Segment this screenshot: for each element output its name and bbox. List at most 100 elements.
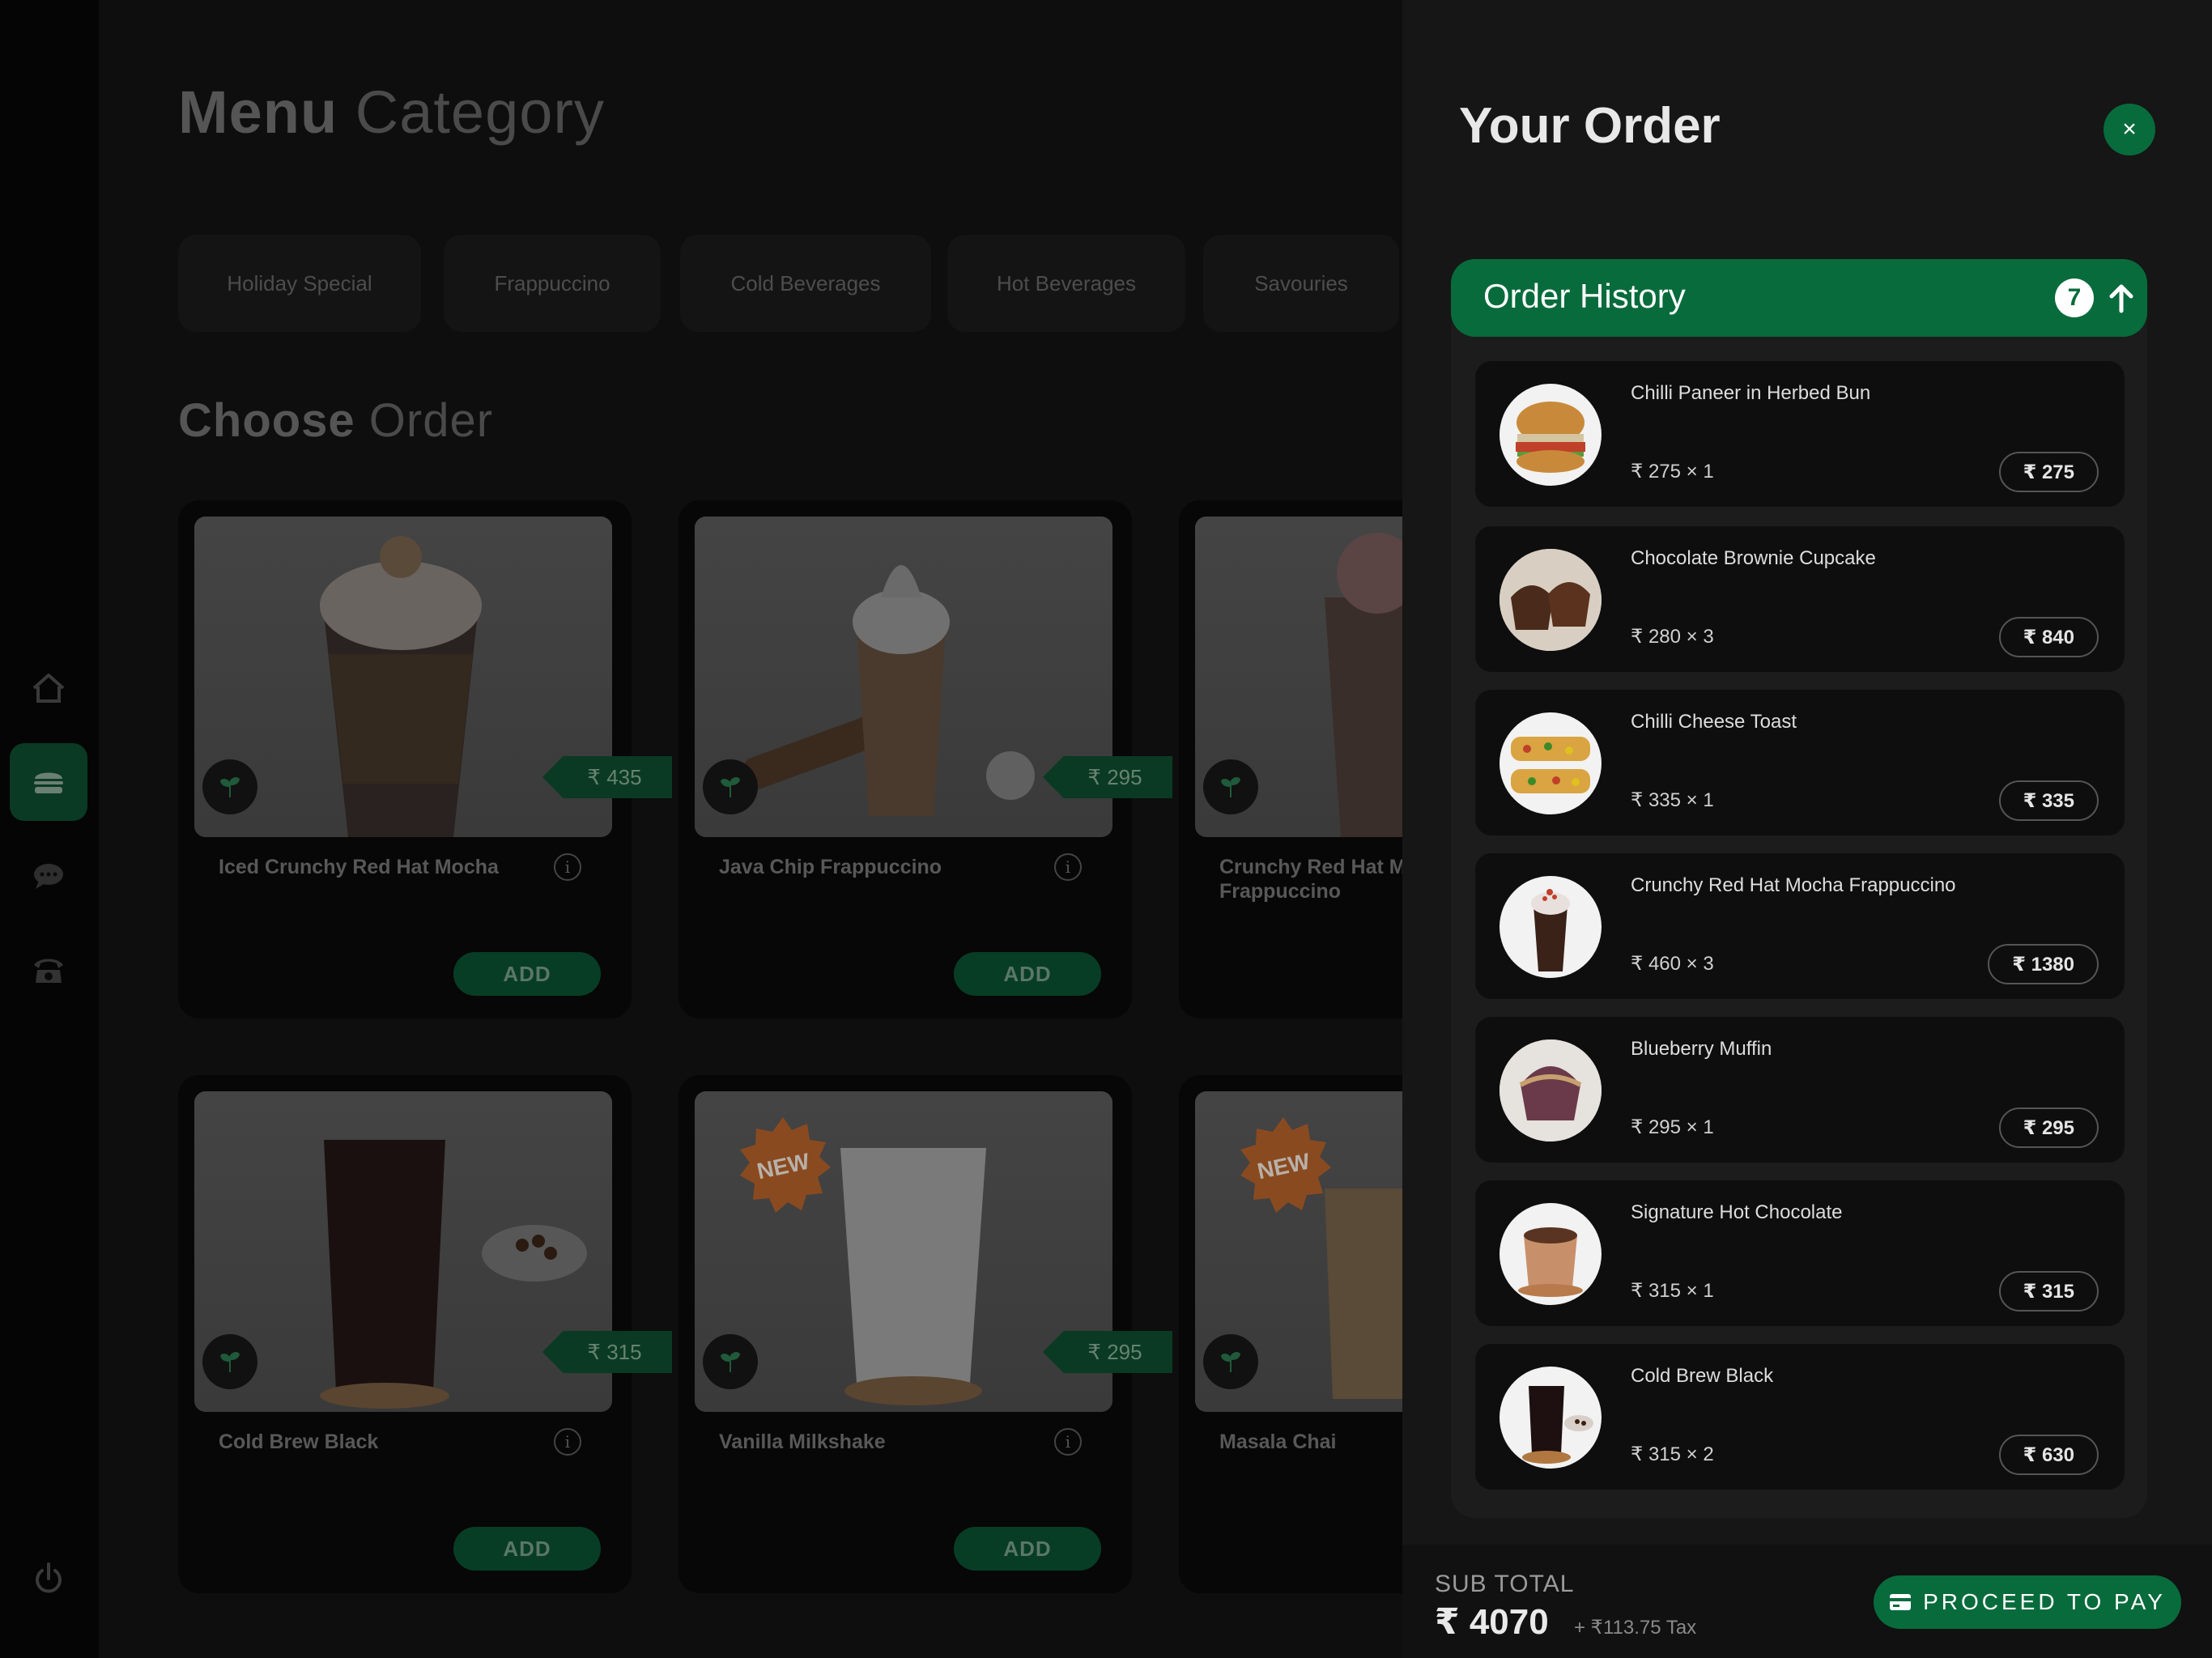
item-thumbnail bbox=[1499, 384, 1602, 486]
add-button[interactable]: ADD bbox=[453, 1527, 601, 1571]
product-card[interactable]: NEW Masala Chai bbox=[1179, 1075, 1402, 1593]
order-item: Cold Brew Black ₹ 315 × 2 ₹ 630 bbox=[1475, 1344, 2125, 1490]
order-footer: SUB TOTAL ₹ 4070 + ₹113.75 Tax PROCEED T… bbox=[1402, 1545, 2212, 1658]
choose-order-heading: Choose Order bbox=[178, 394, 494, 447]
order-history-title: Order History bbox=[1483, 277, 1686, 315]
sidebar-logout-button[interactable] bbox=[10, 1540, 87, 1618]
product-card[interactable]: ₹ 315 Cold Brew Black i ADD bbox=[178, 1075, 672, 1593]
item-total: ₹ 315 bbox=[1998, 1271, 2099, 1312]
item-name: Blueberry Muffin bbox=[1631, 1038, 1772, 1060]
category-chip[interactable]: Frappuccino bbox=[444, 235, 661, 332]
item-thumbnail bbox=[1499, 549, 1602, 651]
category-chip[interactable]: Hot Beverages bbox=[947, 235, 1185, 332]
tax-amount: + ₹113.75 Tax bbox=[1574, 1617, 1697, 1639]
item-name: Signature Hot Chocolate bbox=[1631, 1201, 1843, 1223]
category-chip[interactable]: Cold Beverages bbox=[680, 235, 931, 332]
sidebar bbox=[0, 0, 99, 1658]
product-name: Vanilla Milkshake bbox=[719, 1431, 886, 1453]
price-tag: ₹ 315 bbox=[542, 1331, 672, 1373]
phone-icon bbox=[34, 959, 63, 983]
app-root: Menu Category Holiday Special Frappuccin… bbox=[0, 0, 2212, 1658]
item-total: ₹ 335 bbox=[1998, 780, 2099, 821]
price-tag: ₹ 295 bbox=[1043, 1331, 1172, 1373]
item-thumbnail bbox=[1499, 876, 1602, 978]
category-chip[interactable]: Holiday Special bbox=[178, 235, 421, 332]
item-name: Chilli Cheese Toast bbox=[1631, 711, 1797, 733]
order-item: Chocolate Brownie Cupcake ₹ 280 × 3 ₹ 84… bbox=[1475, 526, 2125, 672]
item-total: ₹ 275 bbox=[1998, 452, 2099, 492]
item-total: ₹ 630 bbox=[1998, 1435, 2099, 1475]
info-icon[interactable]: i bbox=[554, 1428, 581, 1456]
sidebar-home-button[interactable] bbox=[10, 649, 87, 727]
item-price-qty: ₹ 460 × 3 bbox=[1631, 953, 1714, 975]
category-chip[interactable]: Savouries bbox=[1203, 235, 1399, 332]
item-price-qty: ₹ 315 × 2 bbox=[1631, 1443, 1714, 1465]
proceed-to-pay-button[interactable]: PROCEED TO PAY bbox=[1874, 1575, 2181, 1629]
product-name: Java Chip Frappuccino bbox=[719, 856, 942, 878]
price-tag: ₹ 435 bbox=[542, 756, 672, 798]
collapse-toggle[interactable] bbox=[2099, 274, 2144, 322]
item-name: Chocolate Brownie Cupcake bbox=[1631, 547, 1876, 569]
item-total: ₹ 1380 bbox=[1988, 944, 2099, 984]
product-card[interactable]: ₹ 435 Iced Crunchy Red Hat Mocha i ADD bbox=[178, 500, 672, 1018]
order-item: Chilli Paneer in Herbed Bun ₹ 275 × 1 ₹ … bbox=[1475, 361, 2125, 507]
product-card[interactable]: ₹ 295 Java Chip Frappuccino i ADD bbox=[678, 500, 1172, 1018]
item-name: Cold Brew Black bbox=[1631, 1365, 1774, 1387]
add-button[interactable]: ADD bbox=[954, 952, 1101, 996]
order-item: Crunchy Red Hat Mocha Frappuccino ₹ 460 … bbox=[1475, 853, 2125, 999]
info-icon[interactable]: i bbox=[554, 853, 581, 881]
item-name: Crunchy Red Hat Mocha Frappuccino bbox=[1631, 874, 1956, 896]
item-total: ₹ 840 bbox=[1998, 617, 2099, 657]
arrow-up-icon bbox=[2109, 284, 2133, 313]
item-name: Chilli Paneer in Herbed Bun bbox=[1631, 382, 1871, 404]
info-icon[interactable]: i bbox=[1054, 1428, 1082, 1456]
menu-area: Menu Category Holiday Special Frappuccin… bbox=[99, 0, 1402, 1658]
order-count-badge: 7 bbox=[2055, 278, 2094, 317]
product-name: Iced Crunchy Red Hat Mocha bbox=[219, 856, 499, 878]
item-price-qty: ₹ 275 × 1 bbox=[1631, 461, 1714, 483]
info-icon[interactable]: i bbox=[1054, 853, 1082, 881]
item-total: ₹ 295 bbox=[1998, 1107, 2099, 1148]
chat-icon bbox=[34, 864, 63, 889]
new-badge: NEW bbox=[740, 1117, 831, 1213]
item-thumbnail bbox=[1499, 712, 1602, 814]
add-button[interactable]: ADD bbox=[453, 952, 601, 996]
item-thumbnail bbox=[1499, 1367, 1602, 1469]
item-thumbnail bbox=[1499, 1039, 1602, 1141]
item-price-qty: ₹ 315 × 1 bbox=[1631, 1280, 1714, 1302]
veg-icon bbox=[1203, 759, 1258, 814]
add-button[interactable]: ADD bbox=[954, 1527, 1101, 1571]
item-price-qty: ₹ 295 × 1 bbox=[1631, 1116, 1714, 1138]
menu-category-heading: Menu Category bbox=[178, 79, 606, 146]
order-history: Order History 7 Chilli Paneer in Herbed … bbox=[1451, 259, 2147, 1518]
product-name: Cold Brew Black bbox=[219, 1431, 379, 1453]
order-item: Signature Hot Chocolate ₹ 315 × 1 ₹ 315 bbox=[1475, 1180, 2125, 1326]
product-name: Masala Chai bbox=[1219, 1431, 1337, 1453]
product-card[interactable]: Crunchy Red Hat Mocha Frappuccino bbox=[1179, 500, 1402, 1018]
veg-icon bbox=[703, 759, 758, 814]
order-item: Blueberry Muffin ₹ 295 × 1 ₹ 295 bbox=[1475, 1017, 2125, 1163]
sidebar-menu-button[interactable] bbox=[10, 743, 87, 821]
your-order-title: Your Order bbox=[1459, 98, 1721, 154]
close-button[interactable]: × bbox=[2104, 104, 2155, 155]
home-icon bbox=[32, 674, 65, 703]
sidebar-phone-button[interactable] bbox=[10, 931, 87, 1009]
product-card[interactable]: NEW ₹ 295 Vanilla Milkshake i ADD bbox=[678, 1075, 1172, 1593]
pay-label: PROCEED TO PAY bbox=[1923, 1589, 2166, 1614]
veg-icon bbox=[1203, 1334, 1258, 1389]
order-history-header[interactable]: Order History 7 bbox=[1451, 259, 2147, 337]
item-price-qty: ₹ 280 × 3 bbox=[1631, 626, 1714, 648]
order-item: Chilli Cheese Toast ₹ 335 × 1 ₹ 335 bbox=[1475, 690, 2125, 835]
veg-icon bbox=[202, 1334, 257, 1389]
order-panel: Your Order × Order History 7 Chilli Pane… bbox=[1402, 0, 2212, 1658]
burger-icon bbox=[34, 772, 63, 793]
item-price-qty: ₹ 335 × 1 bbox=[1631, 789, 1714, 811]
subtotal-amount: ₹ 4070 bbox=[1435, 1602, 1549, 1642]
veg-icon bbox=[202, 759, 257, 814]
item-thumbnail bbox=[1499, 1203, 1602, 1305]
subtotal-label: SUB TOTAL bbox=[1435, 1571, 1575, 1597]
power-icon bbox=[36, 1562, 62, 1593]
card-icon bbox=[1890, 1594, 1912, 1610]
sidebar-chat-button[interactable] bbox=[10, 837, 87, 915]
veg-icon bbox=[703, 1334, 758, 1389]
